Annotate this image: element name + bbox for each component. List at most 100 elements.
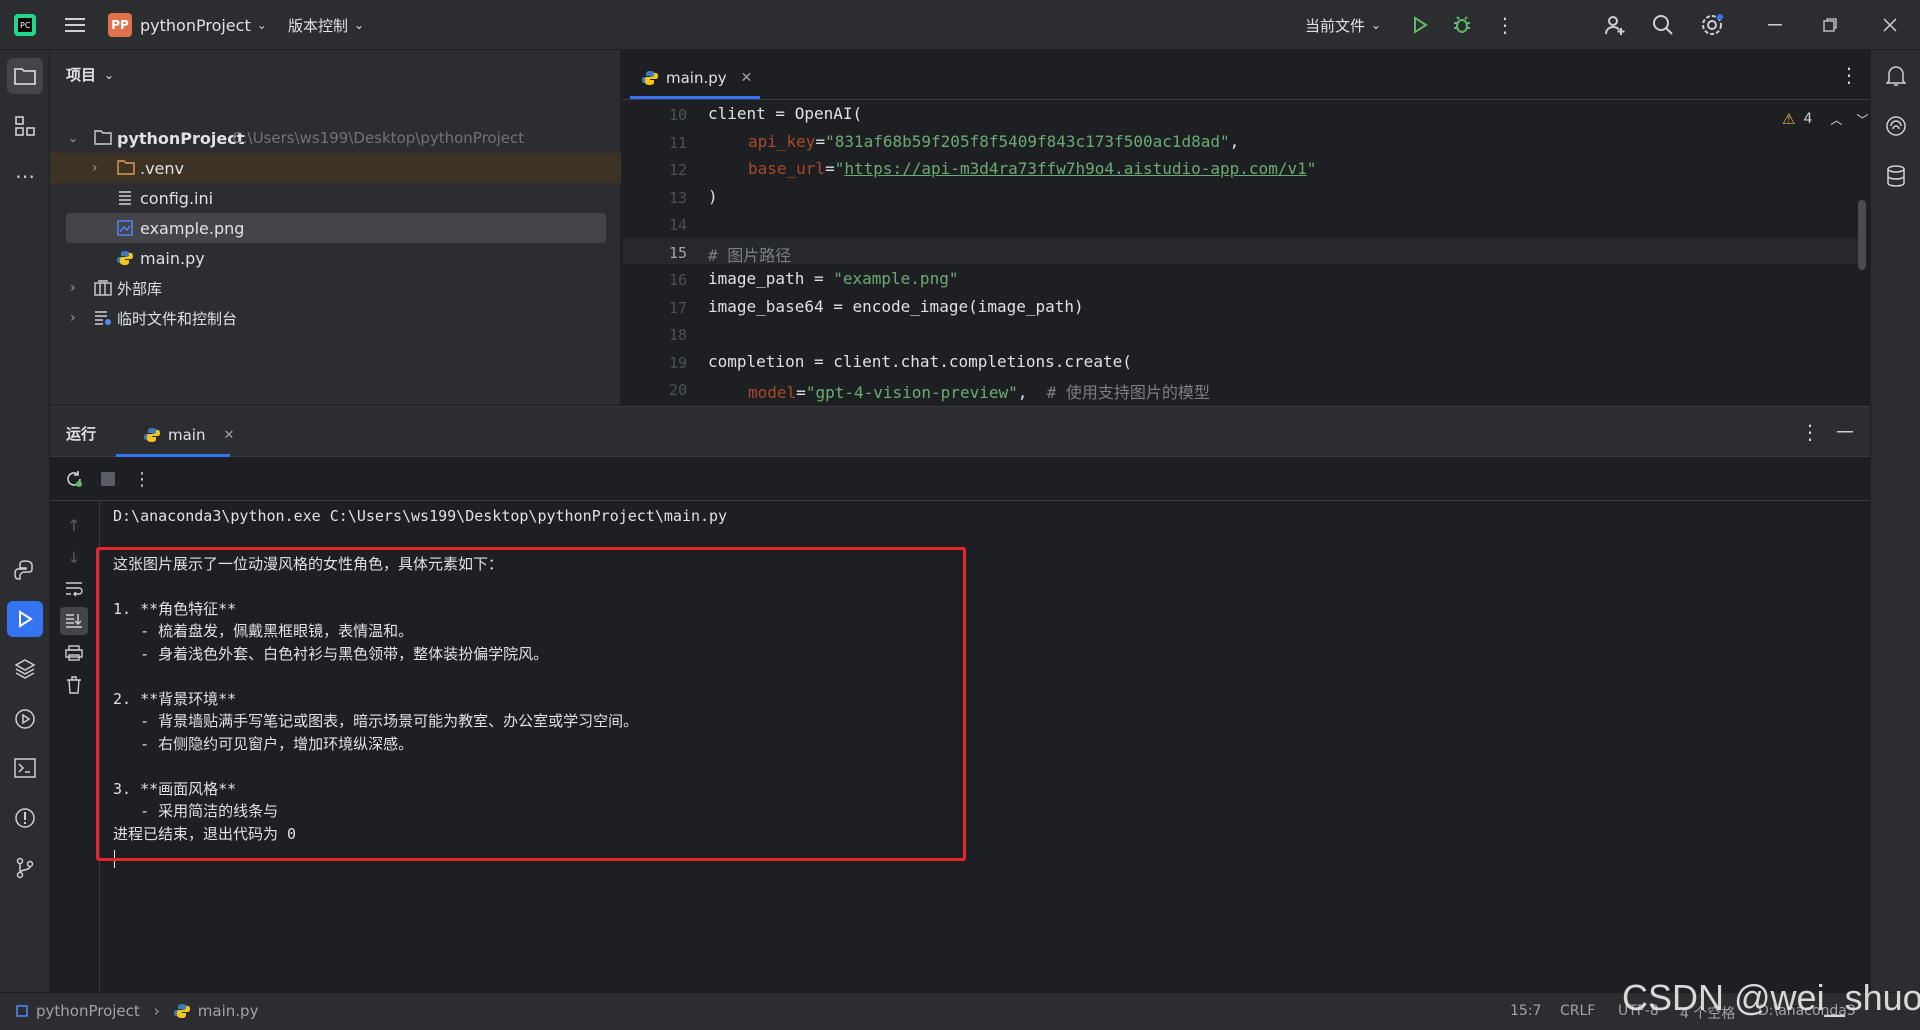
- code-kwarg: api_key: [748, 132, 816, 151]
- code-line-10[interactable]: client = OpenAI(: [708, 104, 862, 123]
- line-separator[interactable]: CRLF: [1560, 1003, 1595, 1019]
- scroll-down-icon[interactable]: ↓: [60, 543, 88, 571]
- breadcrumb: pythonProject › main.py: [16, 1002, 258, 1020]
- rerun-icon[interactable]: [60, 465, 88, 493]
- line-number: 10: [668, 106, 687, 124]
- project-badge: PP: [108, 13, 132, 37]
- code-string: ": [1306, 159, 1317, 178]
- git-icon[interactable]: [7, 850, 43, 886]
- minimize-icon[interactable]: [1760, 10, 1790, 40]
- close-tab-icon[interactable]: ✕: [223, 428, 234, 443]
- inspection-widget[interactable]: ⚠ 4 ︿ ﹀: [1782, 110, 1868, 128]
- close-tab-icon[interactable]: ✕: [741, 70, 753, 86]
- scroll-up-icon[interactable]: ↑: [60, 511, 88, 539]
- notifications-bell-icon[interactable]: [1878, 58, 1914, 94]
- close-icon[interactable]: [1875, 10, 1905, 40]
- run-icon[interactable]: [1405, 10, 1435, 40]
- code-line-12[interactable]: base_url="https://api-m3d4ra73ffw7h9o4.a…: [748, 159, 1316, 178]
- code-line-11[interactable]: api_key="831af68b59f205f8f5409f843c173f5…: [748, 132, 1239, 151]
- problems-icon[interactable]: [7, 800, 43, 836]
- code-line-16[interactable]: image_path = "example.png": [708, 269, 958, 288]
- chevron-up-icon[interactable]: ︿: [1830, 111, 1842, 128]
- python-file-icon: [642, 70, 658, 86]
- print-icon[interactable]: [60, 639, 88, 667]
- active-tab-underline: [630, 96, 760, 99]
- code-url-link[interactable]: https://api-m3d4ra73ffw7h9o4.aistudio-ap…: [844, 159, 1306, 178]
- chevron-down-icon[interactable]: ﹀: [1856, 111, 1868, 128]
- run-config-selector[interactable]: 当前文件 ⌄: [1305, 12, 1381, 38]
- chevron-right-icon: ›: [153, 1002, 160, 1020]
- console-command: D:\anaconda3\python.exe C:\Users\ws199\D…: [113, 507, 728, 525]
- settings-gear-icon[interactable]: [1697, 10, 1727, 40]
- structure-icon[interactable]: [7, 108, 43, 144]
- editor-options-icon[interactable]: ⋮: [1834, 60, 1864, 90]
- code-with-me-icon[interactable]: [1600, 10, 1630, 40]
- run-panel-options-icon[interactable]: ⋮: [1795, 417, 1825, 447]
- search-icon[interactable]: [1648, 10, 1678, 40]
- vcs-menu[interactable]: 版本控制 ⌄: [288, 12, 364, 38]
- chevron-right-icon: ›: [92, 160, 98, 176]
- highlight-box: [96, 547, 966, 861]
- code-string: ": [834, 159, 845, 178]
- soft-wrap-icon[interactable]: [60, 575, 88, 603]
- breadcrumb-project[interactable]: pythonProject: [36, 1002, 140, 1020]
- code-comment: # 图片路径: [708, 246, 792, 265]
- code-line-20[interactable]: model="gpt-4-vision-preview", # 使用支持图片的模…: [748, 379, 1210, 403]
- code-line-19[interactable]: completion = client.chat.completions.cre…: [708, 352, 1132, 371]
- code-line-13[interactable]: ): [708, 187, 718, 206]
- ai-assistant-icon[interactable]: [1878, 108, 1914, 144]
- tree-row-example[interactable]: example.png: [50, 213, 621, 243]
- python-console-icon[interactable]: [7, 552, 43, 588]
- main-menu-icon[interactable]: [60, 10, 90, 40]
- folder-icon: [94, 130, 112, 149]
- layers-icon[interactable]: [7, 651, 43, 687]
- line-number: 12: [668, 161, 687, 179]
- project-switcher[interactable]: PP pythonProject ⌄: [108, 12, 267, 38]
- editor-scrollbar-thumb[interactable]: [1858, 200, 1866, 270]
- warning-icon: ⚠: [1782, 110, 1796, 128]
- code-line-17[interactable]: image_base64 = encode_image(image_path): [708, 297, 1084, 316]
- database-icon[interactable]: [1878, 158, 1914, 194]
- line-number: 19: [668, 354, 687, 372]
- project-panel-header[interactable]: 项目 ⌄: [66, 64, 114, 85]
- text-file-icon: [118, 190, 132, 210]
- tree-item-label: .venv: [140, 158, 185, 178]
- line-number: 13: [668, 189, 687, 207]
- run-tab-main[interactable]: main ✕: [132, 417, 246, 453]
- terminal-icon[interactable]: [7, 750, 43, 786]
- code-comment: # 使用支持图片的模型: [1046, 383, 1210, 402]
- project-name: pythonProject: [140, 15, 251, 35]
- code-text: =: [796, 383, 806, 402]
- restore-icon[interactable]: [1815, 10, 1845, 40]
- pycharm-logo-icon[interactable]: PC: [10, 10, 40, 40]
- tab-main-py[interactable]: main.py ✕: [630, 58, 764, 98]
- more-actions-icon[interactable]: ⋮: [128, 465, 156, 493]
- run-tool-icon[interactable]: [7, 601, 43, 637]
- trash-icon[interactable]: [60, 671, 88, 699]
- tree-row-venv[interactable]: › .venv: [50, 153, 621, 183]
- debug-icon[interactable]: [1447, 10, 1477, 40]
- chevron-down-icon: ⌄: [354, 18, 365, 32]
- breadcrumb-file[interactable]: main.py: [198, 1002, 259, 1020]
- chevron-right-icon: ›: [70, 310, 76, 326]
- scroll-to-end-icon[interactable]: [60, 607, 88, 635]
- project-folder-icon[interactable]: [7, 58, 43, 94]
- hide-panel-icon[interactable]: [1830, 417, 1860, 447]
- tree-row-main[interactable]: main.py: [50, 243, 621, 273]
- more-actions-icon[interactable]: ⋮: [1490, 10, 1520, 40]
- tree-row-config[interactable]: config.ini: [50, 183, 621, 213]
- title-bar: PC PP pythonProject ⌄ 版本控制 ⌄ 当前文件 ⌄ ⋮: [0, 0, 1920, 50]
- stop-icon[interactable]: [94, 465, 122, 493]
- code-text: =: [825, 159, 835, 178]
- tree-root-row[interactable]: ⌄ pythonProject C:\Users\ws199\Desktop\p…: [50, 123, 621, 153]
- tree-row-scratches[interactable]: › 临时文件和控制台: [50, 303, 621, 333]
- code-line-15[interactable]: # 图片路径: [708, 242, 791, 266]
- tree-item-label: config.ini: [140, 188, 214, 208]
- python-file-icon: [117, 250, 133, 270]
- project-panel: 项目 ⌄ ⌄ pythonProject C:\Users\ws199\Desk…: [50, 50, 621, 405]
- services-icon[interactable]: [7, 701, 43, 737]
- caret-position[interactable]: 15:7: [1510, 1003, 1541, 1019]
- more-tools-icon[interactable]: ⋯: [7, 158, 43, 194]
- tree-row-external-libs[interactable]: › 外部库: [50, 273, 621, 303]
- warnings-count: 4: [1803, 111, 1813, 127]
